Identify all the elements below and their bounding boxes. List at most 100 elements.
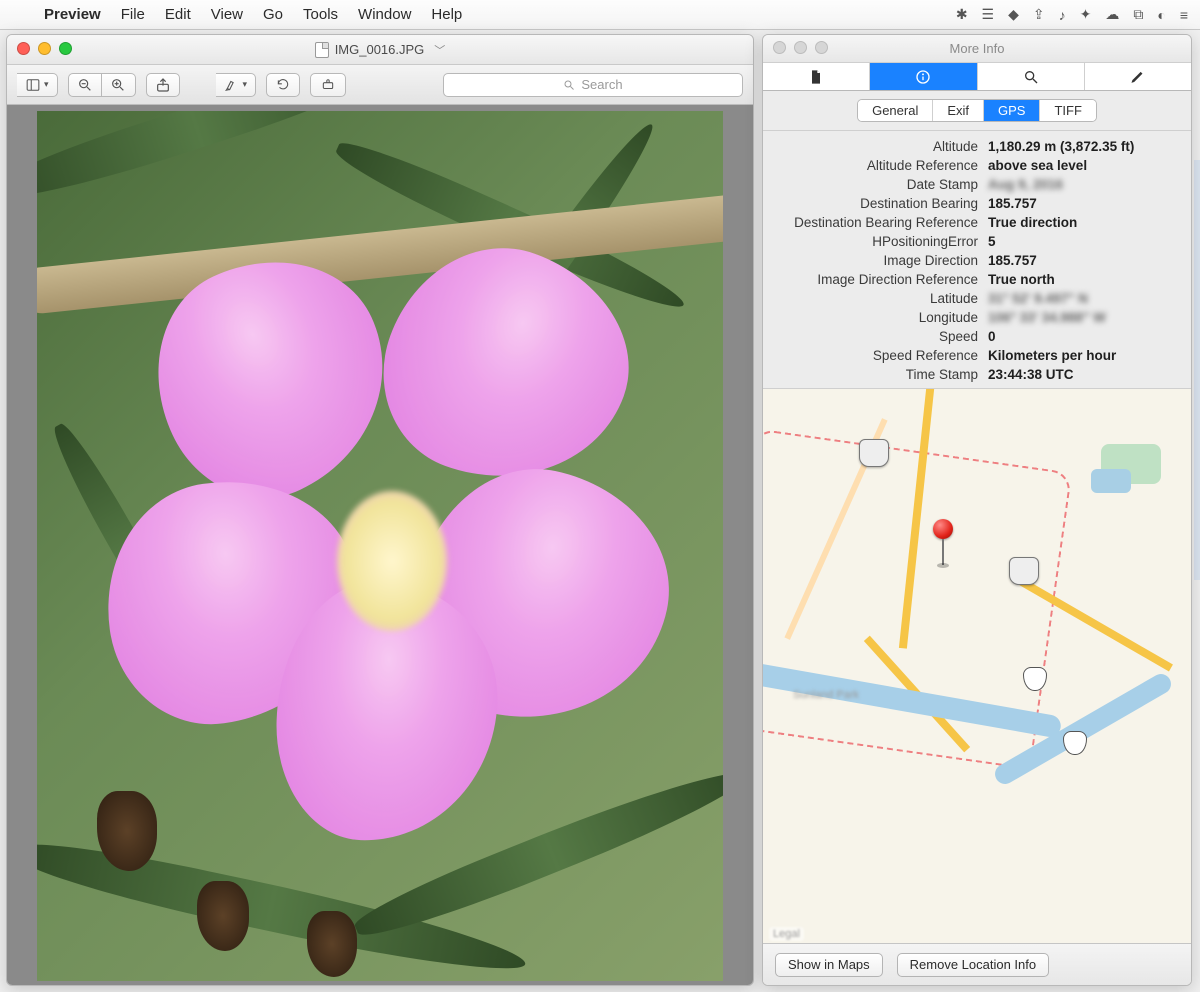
gps-value: 106° 33' 34.988" W <box>988 310 1106 325</box>
gps-row: Latitude31° 52' 9.497" N <box>773 289 1181 308</box>
gps-properties: Altitude1,180.29 m (3,872.35 ft)Altitude… <box>763 131 1191 388</box>
tab-document[interactable] <box>763 63 870 90</box>
menu-help[interactable]: Help <box>421 6 472 23</box>
map-route-badge <box>1063 731 1087 755</box>
gps-value: Aug 9, 2016 <box>988 177 1063 192</box>
document-proxy-icon[interactable] <box>315 42 329 58</box>
background-window-hint <box>1194 160 1200 580</box>
gps-key: Image Direction Reference <box>773 272 988 287</box>
gps-value: Kilometers per hour <box>988 348 1116 363</box>
close-button[interactable] <box>773 41 786 54</box>
status-icon[interactable]: ☰ <box>982 6 995 23</box>
status-icon[interactable]: ☁ <box>1105 6 1119 23</box>
macos-menubar: Preview File Edit View Go Tools Window H… <box>0 0 1200 30</box>
title-dropdown-icon[interactable]: ﹀ <box>434 42 445 58</box>
status-icon[interactable]: ≡ <box>1180 7 1188 23</box>
tab-info[interactable] <box>870 63 977 90</box>
share-button[interactable] <box>146 73 180 97</box>
zoom-button[interactable] <box>59 42 72 55</box>
gps-row: Speed0 <box>773 327 1181 346</box>
inspector-titlebar[interactable]: More Info <box>763 35 1191 63</box>
gps-key: Longitude <box>773 310 988 325</box>
preview-toolbar: ▾ ▾ Search <box>7 65 753 105</box>
search-field[interactable]: Search <box>443 73 743 97</box>
status-icon[interactable]: ⧉ <box>1133 6 1143 23</box>
search-placeholder: Search <box>581 77 622 92</box>
markup-button[interactable] <box>310 73 346 97</box>
status-icon[interactable]: ◐ <box>1157 7 1165 23</box>
inspector-subtabs: General Exif GPS TIFF <box>763 91 1191 131</box>
rotate-button[interactable] <box>266 73 300 97</box>
zoom-in-button[interactable] <box>102 73 136 97</box>
inspector-title: More Info <box>950 41 1005 56</box>
window-traffic-lights <box>17 42 72 55</box>
gps-key: Speed <box>773 329 988 344</box>
gps-value: 0 <box>988 329 996 344</box>
status-icon[interactable]: ◆ <box>1008 6 1019 23</box>
gps-value: 185.757 <box>988 196 1037 211</box>
gps-value: True north <box>988 272 1055 287</box>
sidebar-view-button[interactable]: ▾ <box>17 73 58 97</box>
gps-value: 1,180.29 m (3,872.35 ft) <box>988 139 1134 154</box>
gps-key: Time Stamp <box>773 367 988 382</box>
subtab-gps[interactable]: GPS <box>984 100 1040 121</box>
menu-go[interactable]: Go <box>253 6 293 23</box>
menu-edit[interactable]: Edit <box>155 6 201 23</box>
close-button[interactable] <box>17 42 30 55</box>
map-legal-link[interactable]: Legal <box>769 927 804 941</box>
inspector-traffic-lights <box>773 41 828 54</box>
show-in-maps-button[interactable]: Show in Maps <box>775 953 883 977</box>
gps-value: 31° 52' 9.497" N <box>988 291 1088 306</box>
status-icon[interactable]: ✦ <box>1080 6 1092 23</box>
gps-row: Image Direction ReferenceTrue north <box>773 270 1181 289</box>
gps-value: above sea level <box>988 158 1087 173</box>
subtab-general[interactable]: General <box>858 100 933 121</box>
tab-search[interactable] <box>978 63 1085 90</box>
gps-key: Speed Reference <box>773 348 988 363</box>
minimize-button[interactable] <box>38 42 51 55</box>
gps-row: Date StampAug 9, 2016 <box>773 175 1181 194</box>
location-map[interactable]: Sunland Park Legal Show in Maps Remove L… <box>763 388 1191 985</box>
gps-key: Altitude Reference <box>773 158 988 173</box>
menu-view[interactable]: View <box>201 6 253 23</box>
menu-file[interactable]: File <box>111 6 155 23</box>
map-route-shield <box>1009 557 1039 585</box>
chevron-down-icon: ▾ <box>243 79 248 90</box>
map-place-label: Sunland Park <box>793 689 859 701</box>
subtab-exif[interactable]: Exif <box>933 100 984 121</box>
inspector-top-tabs <box>763 63 1191 91</box>
gps-key: Altitude <box>773 139 988 154</box>
gps-row: Altitude Referenceabove sea level <box>773 156 1181 175</box>
zoom-button[interactable] <box>815 41 828 54</box>
search-icon <box>563 79 575 91</box>
status-icon[interactable]: ✱ <box>956 6 968 23</box>
status-icon[interactable]: ⇪ <box>1033 6 1045 23</box>
gps-value: 5 <box>988 234 996 249</box>
image-canvas[interactable] <box>7 105 753 985</box>
map-route-shield <box>859 439 889 467</box>
inspector-window: More Info General Exif GPS TIFF Altitude… <box>762 34 1192 986</box>
remove-location-button[interactable]: Remove Location Info <box>897 953 1049 977</box>
menu-tools[interactable]: Tools <box>293 6 348 23</box>
gps-value: 23:44:38 UTC <box>988 367 1074 382</box>
status-icon[interactable]: ♪ <box>1059 7 1066 23</box>
zoom-out-button[interactable] <box>68 73 102 97</box>
gps-row: Image Direction185.757 <box>773 251 1181 270</box>
gps-value: True direction <box>988 215 1077 230</box>
gps-row: Speed ReferenceKilometers per hour <box>773 346 1181 365</box>
tab-annotate[interactable] <box>1085 63 1191 90</box>
subtab-tiff[interactable]: TIFF <box>1040 100 1095 121</box>
menu-window[interactable]: Window <box>348 6 421 23</box>
map-pin[interactable] <box>933 519 953 568</box>
preview-window: IMG_0016.JPG ﹀ ▾ ▾ <box>6 34 754 986</box>
gps-row: Destination Bearing185.757 <box>773 194 1181 213</box>
photo-content <box>37 111 723 981</box>
gps-value: 185.757 <box>988 253 1037 268</box>
menu-app[interactable]: Preview <box>34 6 111 23</box>
highlight-button[interactable]: ▾ <box>216 73 257 97</box>
window-titlebar[interactable]: IMG_0016.JPG ﹀ <box>7 35 753 65</box>
gps-row: Destination Bearing ReferenceTrue direct… <box>773 213 1181 232</box>
minimize-button[interactable] <box>794 41 807 54</box>
gps-row: Time Stamp23:44:38 UTC <box>773 365 1181 384</box>
gps-key: Image Direction <box>773 253 988 268</box>
